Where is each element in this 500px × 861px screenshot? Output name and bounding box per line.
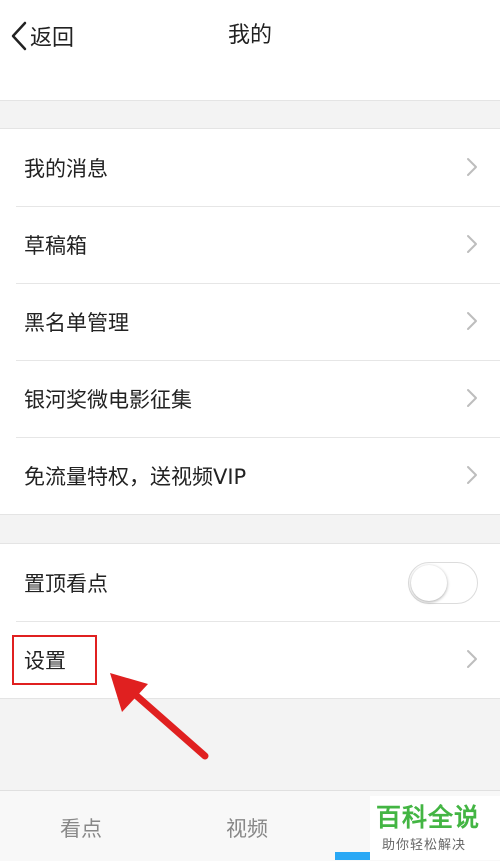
watermark: 百科全说 助你轻松解决 (370, 796, 500, 860)
tab-video[interactable]: 视频 (226, 813, 268, 843)
chevron-right-icon (466, 157, 478, 177)
menu-item-label: 黑名单管理 (24, 307, 129, 337)
pin-toggle[interactable] (408, 562, 478, 604)
nav-header: 返回 我的 (0, 0, 500, 72)
menu-item-label: 免流量特权，送视频VIP (24, 461, 246, 491)
tab-kandian[interactable]: 看点 (60, 813, 102, 843)
annotation-highlight-box (12, 635, 97, 685)
watermark-title: 百科全说 (376, 798, 480, 834)
menu-item-film-contest[interactable]: 银河奖微电影征集 (0, 360, 500, 437)
chevron-right-icon (466, 649, 478, 669)
menu-item-free-data-vip[interactable]: 免流量特权，送视频VIP (0, 437, 500, 514)
menu-item-drafts[interactable]: 草稿箱 (0, 206, 500, 283)
page-title: 我的 (0, 20, 500, 52)
scrolled-row-fragment (0, 72, 500, 101)
menu-item-label: 银河奖微电影征集 (24, 384, 192, 414)
menu-group-main: 我的消息 草稿箱 黑名单管理 银河奖微电影征集 免流量特权，送视频VIP (0, 128, 500, 515)
watermark-subtitle: 助你轻松解决 (382, 834, 466, 853)
menu-item-my-messages[interactable]: 我的消息 (0, 129, 500, 206)
chevron-right-icon (466, 388, 478, 408)
menu-item-label: 我的消息 (24, 153, 108, 183)
annotation-arrow-icon (100, 668, 220, 768)
menu-item-pin-kandian: 置顶看点 (0, 544, 500, 621)
menu-item-label: 草稿箱 (24, 230, 87, 260)
menu-item-label: 置顶看点 (24, 568, 108, 598)
chevron-right-icon (466, 311, 478, 331)
menu-item-blacklist[interactable]: 黑名单管理 (0, 283, 500, 360)
toggle-knob (411, 565, 447, 601)
chevron-right-icon (466, 465, 478, 485)
chevron-right-icon (466, 234, 478, 254)
